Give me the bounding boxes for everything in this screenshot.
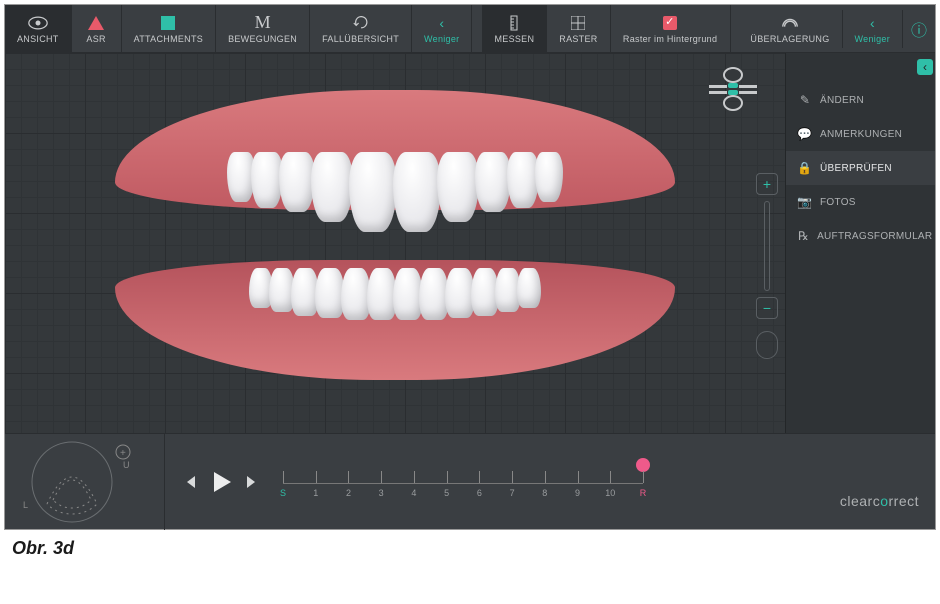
comment-icon: 💬 [798,127,812,141]
less-right-label: Weniger [855,34,890,44]
camera-icon: 📷 [798,195,812,209]
top-toolbar: ANSICHT ASR ATTACHMENTS M BEWEGUNGEN FAL… [5,5,935,53]
grid-background-label: Raster im Hintergrund [623,34,717,44]
grid-background-toggle[interactable]: Raster im Hintergrund [611,5,731,52]
viewport-3d[interactable]: + − [5,53,785,433]
zoom-reset-button[interactable] [756,331,778,359]
orientation-gizmo[interactable] [701,65,765,113]
ruler-icon [506,14,522,32]
asr-label: ASR [86,34,105,44]
chevron-left-icon: ‹ [439,14,444,32]
m-icon: M [255,14,271,32]
sidebar-label: ÄNDERN [820,95,864,106]
rx-icon: ℞ [798,229,809,243]
less-right-button[interactable]: ‹ Weniger [843,10,903,48]
chevron-left-icon: ‹ [923,60,927,74]
sidebar-label: ÜBERPRÜFEN [820,163,892,174]
grid-label: RASTER [559,34,597,44]
movements-button[interactable]: M BEWEGUNGEN [216,5,310,52]
arch-lower-label: L [23,500,28,510]
sidebar-label: AUFTRAGSFORMULAR [817,231,932,242]
less-left-button[interactable]: ‹ Weniger [412,5,472,52]
grid-icon [571,14,585,32]
upper-teeth [115,152,675,232]
arch-selector[interactable]: U L + [5,434,165,530]
step-forward-button[interactable] [241,473,259,491]
square-icon [161,14,175,32]
less-left-label: Weniger [424,34,459,44]
sidebar-label: ANMERKUNGEN [820,129,902,140]
sidebar-item-edit[interactable]: ✎ ÄNDERN [786,83,935,117]
sidebar-item-notes[interactable]: 💬 ANMERKUNGEN [786,117,935,151]
overlay-button[interactable]: ÜBERLAGERUNG [738,10,842,48]
timeline-labels: S12345678910R [283,488,643,500]
measure-label: MESSEN [494,34,534,44]
zoom-controls: + − [755,173,779,359]
case-overview-label: FALLÜBERSICHT [322,34,399,44]
overlay-label: ÜBERLAGERUNG [750,34,829,44]
undo-icon [353,14,369,32]
lower-teeth [115,268,675,320]
chevron-left-icon: ‹ [870,14,875,32]
timeline-track[interactable] [283,464,643,484]
attachments-button[interactable]: ATTACHMENTS [122,5,216,52]
pencil-icon: ✎ [798,93,812,107]
play-button[interactable] [207,468,235,496]
view-label: ANSICHT [17,34,59,44]
checkbox-checked-icon [663,14,677,32]
figure-caption: Obr. 3d [12,538,940,559]
measure-button[interactable]: MESSEN [482,5,547,52]
grid-button[interactable]: RASTER [547,5,610,52]
asr-button[interactable]: ASR [72,5,122,52]
app-frame: ANSICHT ASR ATTACHMENTS M BEWEGUNGEN FAL… [4,4,936,530]
step-back-button[interactable] [183,473,201,491]
info-icon: ⓘ [911,17,927,41]
triangle-icon [88,14,104,32]
timeline-marker[interactable] [636,458,650,472]
eye-icon [28,14,48,32]
case-overview-button[interactable]: FALLÜBERSICHT [310,5,412,52]
sidebar-label: FOTOS [820,197,856,208]
sidebar-item-order-form[interactable]: ℞ AUFTRAGSFORMULAR [786,219,935,253]
arch-upper-label: U [123,460,130,470]
movements-label: BEWEGUNGEN [228,34,297,44]
minus-icon: − [763,300,771,316]
arch-add-icon: + [120,448,126,459]
zoom-slider[interactable] [764,201,770,291]
overlay-icon [781,14,799,32]
info-button[interactable]: ⓘ [903,17,935,41]
sidebar-item-review[interactable]: 🔒 ÜBERPRÜFEN [786,151,935,185]
expand-right-button[interactable]: ‹ [917,59,933,75]
right-sidebar: ✎ ÄNDERN 💬 ANMERKUNGEN 🔒 ÜBERPRÜFEN 📷 FO… [785,53,935,433]
zoom-in-button[interactable]: + [756,173,778,195]
lock-icon: 🔒 [798,161,812,175]
playback-controls [183,468,259,496]
main-area: › [5,53,935,433]
attachments-label: ATTACHMENTS [134,34,203,44]
zoom-out-button[interactable]: − [756,297,778,319]
sidebar-item-photos[interactable]: 📷 FOTOS [786,185,935,219]
stage-timeline[interactable]: S12345678910R [283,464,643,500]
dental-model [115,90,675,380]
plus-icon: + [763,176,771,192]
bottom-bar: U L + S12345678910R clearcorrec [5,433,935,529]
view-button[interactable]: ANSICHT [5,5,72,52]
brand-logo: clearcorrect [840,493,919,509]
